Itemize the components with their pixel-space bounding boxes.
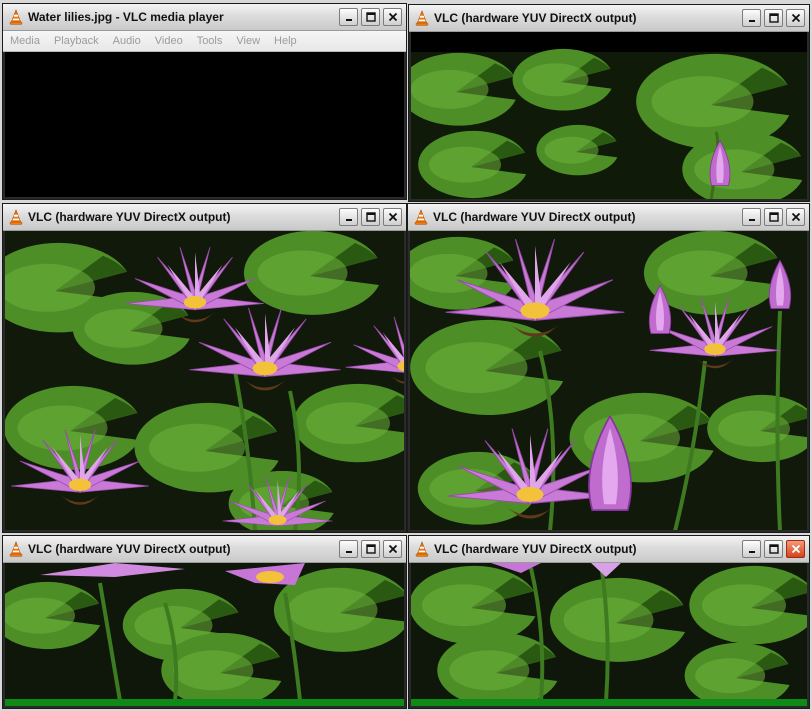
minimize-button[interactable]: [742, 540, 761, 558]
vlc-cone-icon: [8, 9, 24, 25]
video-output-window-middle-left: VLC (hardware YUV DirectX output): [2, 203, 407, 533]
close-button[interactable]: [786, 540, 805, 558]
title-bar[interactable]: VLC (hardware YUV DirectX output): [3, 536, 406, 563]
video-output-window-bottom-left: VLC (hardware YUV DirectX output): [2, 535, 407, 709]
progress-bar[interactable]: [411, 699, 807, 706]
menu-audio[interactable]: Audio: [106, 35, 148, 47]
close-icon: [388, 12, 398, 22]
maximize-icon: [366, 12, 376, 22]
vlc-cone-icon: [414, 10, 430, 26]
water-lilies-image: [411, 32, 807, 199]
video-area: [5, 52, 404, 197]
maximize-button[interactable]: [764, 208, 783, 226]
maximize-button[interactable]: [361, 208, 380, 226]
maximize-icon: [769, 212, 779, 222]
close-button[interactable]: [786, 208, 805, 226]
vlc-cone-icon: [413, 209, 429, 225]
water-lilies-image: [410, 231, 807, 530]
video-output-window-top-right: VLC (hardware YUV DirectX output): [408, 4, 810, 202]
close-icon: [388, 212, 398, 222]
maximize-icon: [366, 544, 376, 554]
video-frame: [410, 231, 807, 530]
menu-tools[interactable]: Tools: [190, 35, 230, 47]
maximize-button[interactable]: [361, 8, 380, 26]
menu-video[interactable]: Video: [148, 35, 190, 47]
title-bar[interactable]: VLC (hardware YUV DirectX output): [409, 5, 809, 32]
minimize-icon: [344, 544, 354, 554]
window-title: VLC (hardware YUV DirectX output): [434, 542, 637, 556]
maximize-icon: [769, 13, 779, 23]
vlc-cone-icon: [414, 541, 430, 557]
window-title: VLC (hardware YUV DirectX output): [434, 11, 637, 25]
vlc-cone-icon: [8, 209, 24, 225]
video-frame: [411, 32, 807, 199]
menu-playback[interactable]: Playback: [47, 35, 106, 47]
menu-view[interactable]: View: [229, 35, 267, 47]
maximize-button[interactable]: [361, 540, 380, 558]
video-output-window-bottom-right: VLC (hardware YUV DirectX output): [408, 535, 810, 709]
close-icon: [791, 544, 801, 554]
close-button[interactable]: [786, 9, 805, 27]
close-button[interactable]: [383, 540, 402, 558]
maximize-button[interactable]: [764, 9, 783, 27]
window-title: Water lilies.jpg - VLC media player: [28, 10, 224, 24]
close-icon: [791, 13, 801, 23]
maximize-icon: [366, 212, 376, 222]
minimize-icon: [747, 13, 757, 23]
minimize-button[interactable]: [339, 8, 358, 26]
minimize-button[interactable]: [742, 9, 761, 27]
video-frame: [411, 563, 807, 699]
title-bar[interactable]: VLC (hardware YUV DirectX output): [408, 204, 809, 231]
menu-help[interactable]: Help: [267, 35, 304, 47]
vlc-cone-icon: [8, 541, 24, 557]
title-bar[interactable]: Water lilies.jpg - VLC media player: [3, 4, 406, 31]
maximize-icon: [769, 544, 779, 554]
title-bar[interactable]: VLC (hardware YUV DirectX output): [3, 204, 406, 231]
minimize-icon: [747, 212, 757, 222]
minimize-button[interactable]: [339, 208, 358, 226]
window-title: VLC (hardware YUV DirectX output): [433, 210, 636, 224]
water-lilies-image: [5, 563, 404, 699]
minimize-button[interactable]: [742, 208, 761, 226]
minimize-button[interactable]: [339, 540, 358, 558]
window-title: VLC (hardware YUV DirectX output): [28, 542, 231, 556]
window-title: VLC (hardware YUV DirectX output): [28, 210, 231, 224]
vlc-main-window: Water lilies.jpg - VLC media player Medi…: [2, 3, 407, 200]
close-icon: [388, 544, 398, 554]
title-bar[interactable]: VLC (hardware YUV DirectX output): [409, 536, 809, 563]
video-frame: [5, 563, 404, 699]
maximize-button[interactable]: [764, 540, 783, 558]
close-icon: [791, 212, 801, 222]
minimize-icon: [747, 544, 757, 554]
water-lilies-image: [411, 563, 807, 699]
minimize-icon: [344, 12, 354, 22]
menu-media[interactable]: Media: [3, 35, 47, 47]
minimize-icon: [344, 212, 354, 222]
close-button[interactable]: [383, 208, 402, 226]
close-button[interactable]: [383, 8, 402, 26]
menu-bar: Media Playback Audio Video Tools View He…: [3, 31, 406, 52]
video-output-window-middle-right: VLC (hardware YUV DirectX output): [407, 203, 810, 533]
progress-bar[interactable]: [5, 699, 404, 706]
video-frame: [5, 231, 404, 530]
water-lilies-image: [5, 231, 404, 530]
